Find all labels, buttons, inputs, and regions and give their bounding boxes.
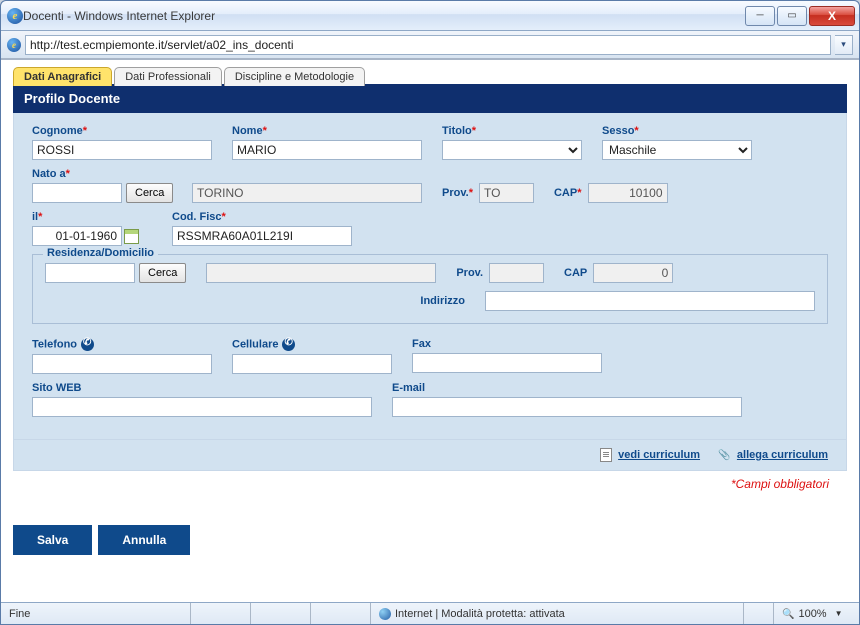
url-dropdown[interactable]: ▾: [835, 35, 853, 55]
content-area: Dati Anagrafici Dati Professionali Disci…: [1, 59, 859, 602]
statusbar: Fine Internet | Modalità protetta: attiv…: [1, 602, 859, 624]
codfisc-label: Cod. Fisc*: [172, 211, 352, 223]
save-button[interactable]: Salva: [13, 525, 92, 555]
ie-icon: [7, 8, 23, 24]
fax-input[interactable]: [412, 353, 602, 373]
required-note: *Campi obbligatori: [13, 471, 847, 495]
status-cell-2: [251, 603, 311, 624]
titlebar: Docenti - Windows Internet Explorer ─ ▭ …: [1, 1, 859, 31]
maximize-button[interactable]: ▭: [777, 6, 807, 26]
natoa-city: [192, 183, 422, 203]
magnifier-icon: [782, 608, 794, 620]
titolo-select[interactable]: [442, 140, 582, 160]
res-city: [206, 263, 436, 283]
codfisc-input[interactable]: [172, 226, 352, 246]
app-window: Docenti - Windows Internet Explorer ─ ▭ …: [0, 0, 860, 625]
status-left: Fine: [1, 603, 191, 624]
residenza-fieldset: Residenza/Domicilio Cerca Prov. CAP: [32, 254, 828, 324]
il-input[interactable]: [32, 226, 122, 246]
vedi-curriculum-link[interactable]: vedi curriculum: [618, 449, 700, 461]
clip-icon: [718, 449, 733, 461]
minimize-button[interactable]: ─: [745, 6, 775, 26]
cognome-input[interactable]: [32, 140, 212, 160]
email-label: E-mail: [392, 382, 742, 394]
window-title: Docenti - Windows Internet Explorer: [23, 9, 745, 23]
res-prov-label: Prov.: [456, 267, 483, 279]
cognome-label: Cognome*: [32, 125, 212, 137]
status-cell-3: [311, 603, 371, 624]
sitoweb-label: Sito WEB: [32, 382, 372, 394]
status-zone: Internet | Modalità protetta: attivata: [371, 603, 744, 624]
curriculum-links: vedi curriculum allega curriculum: [13, 440, 847, 471]
tab-strip: Dati Anagrafici Dati Professionali Disci…: [13, 66, 847, 85]
nome-label: Nome*: [232, 125, 422, 137]
natoa-label: Nato a*: [32, 168, 172, 180]
indirizzo-input[interactable]: [485, 291, 815, 311]
res-input[interactable]: [45, 263, 135, 283]
cellulare-label: Cellulare: [232, 338, 392, 351]
panel-body: Cognome* Nome* Titolo* Sesso* Maschile: [13, 113, 847, 440]
status-cell-1: [191, 603, 251, 624]
window-buttons: ─ ▭ X: [745, 6, 855, 26]
document-icon: [600, 448, 612, 462]
natoa-cerca-button[interactable]: Cerca: [126, 183, 173, 203]
cellulare-input[interactable]: [232, 354, 392, 374]
page-icon: [7, 38, 21, 52]
res-cap-input: [593, 263, 673, 283]
phone-icon: [81, 338, 94, 351]
telefono-input[interactable]: [32, 354, 212, 374]
fax-label: Fax: [412, 338, 602, 350]
url-field[interactable]: http://test.ecmpiemonte.it/servlet/a02_i…: [25, 35, 831, 55]
sesso-label: Sesso*: [602, 125, 752, 137]
close-button[interactable]: X: [809, 6, 855, 26]
cap-nascita-label: CAP*: [554, 187, 582, 199]
sitoweb-input[interactable]: [32, 397, 372, 417]
zoom-control[interactable]: 100% ▼: [774, 603, 859, 624]
res-cerca-button[interactable]: Cerca: [139, 263, 186, 283]
url-text: http://test.ecmpiemonte.it/servlet/a02_i…: [30, 38, 826, 52]
panel-title: Profilo Docente: [13, 84, 847, 113]
chevron-down-icon: ▼: [835, 609, 843, 618]
email-input[interactable]: [392, 397, 742, 417]
res-cap-label: CAP: [564, 267, 587, 279]
prov-nascita-input: [479, 183, 534, 203]
prov-nascita-label: Prov.*: [442, 187, 473, 199]
tab-professionali[interactable]: Dati Professionali: [114, 67, 222, 86]
page-scroll[interactable]: Dati Anagrafici Dati Professionali Disci…: [1, 60, 859, 602]
mobile-icon: [282, 338, 295, 351]
globe-icon: [379, 608, 391, 620]
tab-discipline[interactable]: Discipline e Metodologie: [224, 67, 365, 86]
telefono-label: Telefono: [32, 338, 212, 351]
nome-input[interactable]: [232, 140, 422, 160]
tab-anagrafici[interactable]: Dati Anagrafici: [13, 67, 112, 86]
residenza-legend: Residenza/Domicilio: [43, 247, 158, 259]
allega-curriculum-link[interactable]: allega curriculum: [737, 449, 828, 461]
cancel-button[interactable]: Annulla: [98, 525, 190, 555]
res-prov-input: [489, 263, 544, 283]
address-bar: http://test.ecmpiemonte.it/servlet/a02_i…: [1, 31, 859, 59]
calendar-icon[interactable]: [124, 229, 139, 244]
status-cell-4: [744, 603, 774, 624]
indirizzo-label: Indirizzo: [420, 295, 465, 307]
action-buttons: Salva Annulla: [13, 525, 847, 555]
il-label: il*: [32, 211, 152, 223]
sesso-select[interactable]: Maschile: [602, 140, 752, 160]
natoa-input[interactable]: [32, 183, 122, 203]
cap-nascita-input: [588, 183, 668, 203]
titolo-label: Titolo*: [442, 125, 582, 137]
